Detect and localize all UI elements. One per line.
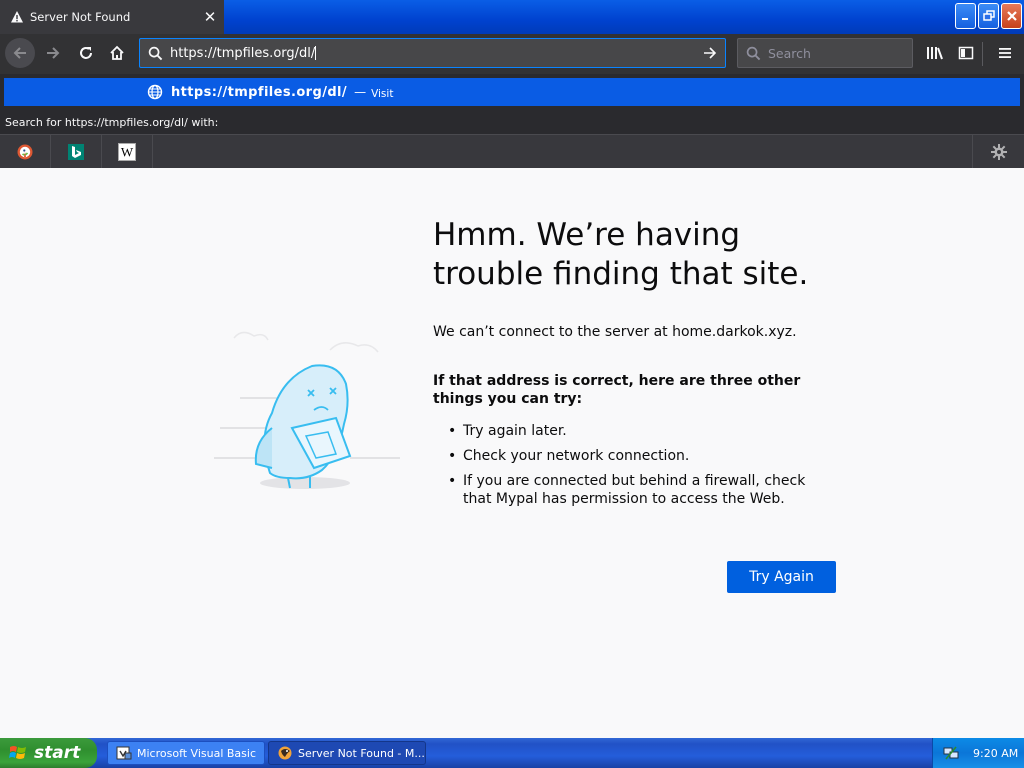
warning-icon <box>10 10 24 24</box>
error-description: We can’t connect to the server at home.d… <box>433 324 797 340</box>
autocomplete-url: https://tmpfiles.org/dl/ <box>171 84 348 100</box>
tab-server-not-found[interactable]: Server Not Found ✕ <box>0 0 224 34</box>
url-text: https://tmpfiles.org/dl/ <box>170 45 316 61</box>
reload-button[interactable] <box>71 38 101 68</box>
url-bar[interactable]: https://tmpfiles.org/dl/ <box>139 38 726 68</box>
tab-title: Server Not Found <box>30 10 131 24</box>
start-button[interactable]: start <box>0 738 97 768</box>
search-input[interactable]: Search <box>768 46 811 61</box>
title-bar: Server Not Found ✕ <box>0 0 1024 34</box>
navigation-toolbar: https://tmpfiles.org/dl/ Search <box>0 34 1024 74</box>
error-title: Hmm. We’re having trouble finding that s… <box>433 217 809 292</box>
minimize-button[interactable] <box>955 3 976 29</box>
globe-icon <box>147 84 163 100</box>
forward-button[interactable] <box>38 38 68 68</box>
windows-flag-icon <box>8 743 28 763</box>
taskbar: start Microsoft Visual Basic Server Not … <box>0 738 1024 768</box>
url-input[interactable]: https://tmpfiles.org/dl/ <box>170 46 695 61</box>
clock[interactable]: 9:20 AM <box>973 747 1018 760</box>
wikipedia-icon[interactable]: W <box>102 135 153 168</box>
tips-heading: If that address is correct, here are thr… <box>433 373 801 407</box>
autocomplete-popup: https://tmpfiles.org/dl/ — Visit Search … <box>0 74 1024 168</box>
toolbar-divider <box>982 42 983 66</box>
search-icon <box>738 46 768 61</box>
browser-icon <box>277 745 293 761</box>
network-icon[interactable] <box>943 745 959 761</box>
go-arrow-icon[interactable] <box>695 45 725 61</box>
visual-basic-icon <box>116 745 132 761</box>
autocomplete-action: Visit <box>371 87 394 100</box>
try-again-button[interactable]: Try Again <box>727 561 836 593</box>
taskbar-item-browser[interactable]: Server Not Found - M... <box>268 741 426 765</box>
restore-button[interactable] <box>978 3 999 29</box>
list-item: Check your network connection. <box>446 447 836 465</box>
gear-icon[interactable] <box>972 135 1024 168</box>
list-item: If you are connected but behind a firewa… <box>446 472 836 508</box>
page-content: Hmm. We’re having trouble finding that s… <box>0 168 1024 738</box>
dinosaur-illustration <box>210 318 410 498</box>
tips-list: Try again later. Check your network conn… <box>446 422 836 515</box>
taskbar-item-label: Server Not Found - M... <box>298 746 425 760</box>
taskbar-item-label: Microsoft Visual Basic <box>137 746 257 760</box>
system-tray: 9:20 AM <box>932 738 1024 768</box>
autocomplete-row[interactable]: https://tmpfiles.org/dl/ — Visit <box>4 78 1020 106</box>
home-button[interactable] <box>102 38 132 68</box>
hamburger-menu-icon[interactable] <box>990 38 1020 68</box>
search-bar[interactable]: Search <box>737 38 913 68</box>
duckduckgo-icon[interactable] <box>0 135 51 168</box>
search-icon <box>140 46 170 61</box>
svg-text:W: W <box>121 144 134 159</box>
autocomplete-separator: — <box>354 85 367 99</box>
search-engine-bar: W <box>0 134 1024 168</box>
sidebar-icon[interactable] <box>951 38 981 68</box>
search-with-label: Search for https://tmpfiles.org/dl/ with… <box>5 116 219 129</box>
close-window-button[interactable] <box>1001 3 1022 29</box>
tab-close-icon[interactable]: ✕ <box>196 8 224 26</box>
taskbar-item-visual-basic[interactable]: Microsoft Visual Basic <box>107 741 265 765</box>
bing-icon[interactable] <box>51 135 102 168</box>
list-item: Try again later. <box>446 422 836 440</box>
library-icon[interactable] <box>920 38 950 68</box>
back-button[interactable] <box>5 38 35 68</box>
start-label: start <box>34 743 81 763</box>
